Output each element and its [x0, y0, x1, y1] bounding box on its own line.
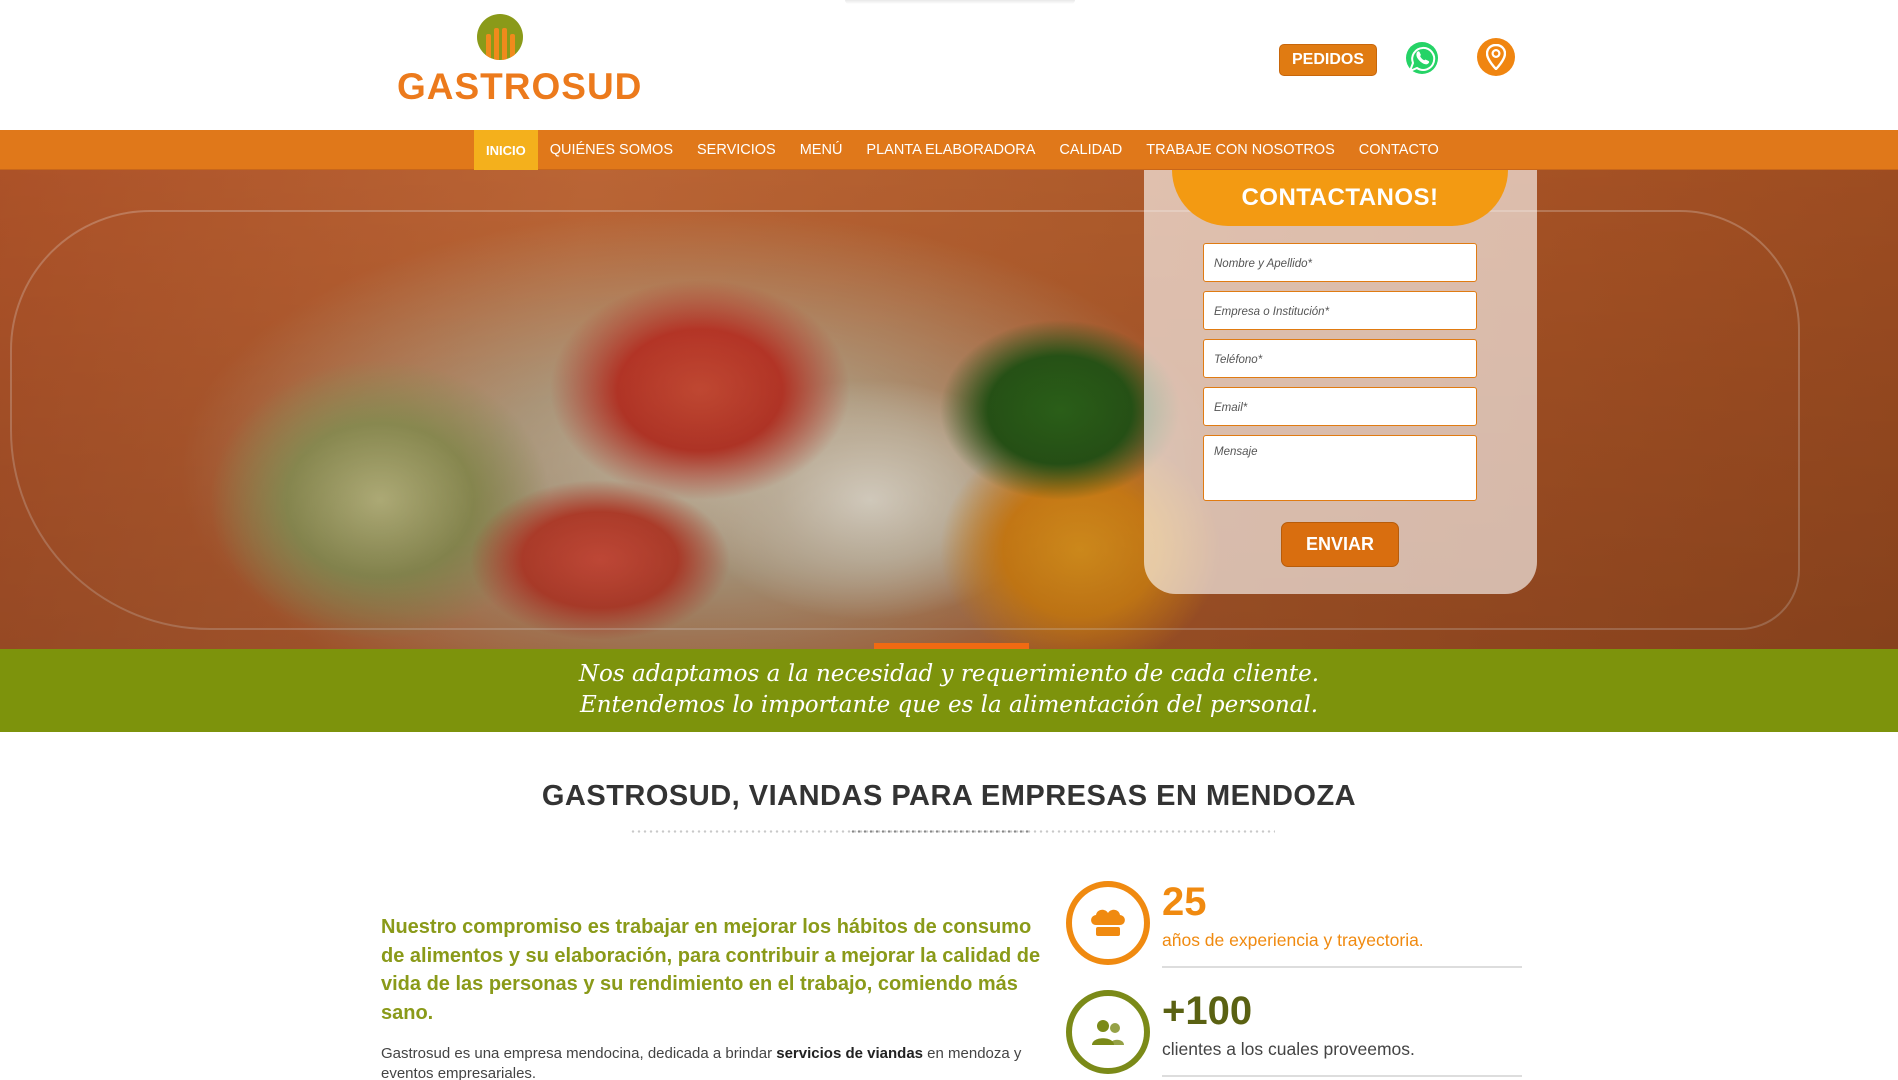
logo-text: GASTROSUD: [397, 66, 643, 107]
message-field[interactable]: Mensaje: [1203, 435, 1477, 501]
nav-item-quiénes-somos[interactable]: QUIÉNES SOMOS: [538, 130, 685, 170]
nav-list: INICIO QUIÉNES SOMOS SERVICIOS MENÚ PLANTA E…: [474, 130, 1451, 170]
top-tab-shadow: [845, 0, 1075, 4]
slogan-line-2: Entendemos lo importante que es la alime…: [579, 692, 1319, 718]
site-header: GASTROSUD PEDIDOS: [0, 0, 1898, 130]
stat-clients-text: clientes a los cuales proveemos.: [1162, 1039, 1415, 1059]
chef-hat-icon: [1091, 909, 1125, 936]
nav-item-planta-elaboradora[interactable]: PLANTA ELABORADORA: [854, 130, 1047, 170]
section-title: GASTROSUD, VIANDAS PARA EMPRESAS EN MEND…: [541, 780, 1357, 812]
body-bold: servicios de viandas: [776, 1045, 923, 1062]
lead-paragraph: Nuestro compromiso es trabajar en mejora…: [381, 916, 1041, 1024]
nav-item-servicios[interactable]: SERVICIOS: [685, 130, 788, 170]
stat-divider-1: [1162, 966, 1522, 968]
enviar-button[interactable]: ENVIAR: [1281, 522, 1399, 567]
title-divider: [630, 830, 1275, 833]
body-paragraph: Gastrosud es una empresa mendocina, dedi…: [381, 1044, 1041, 1080]
nav-item-calidad[interactable]: CALIDAD: [1047, 130, 1134, 170]
email-field[interactable]: Email*: [1203, 387, 1477, 426]
whatsapp-icon[interactable]: [1404, 40, 1440, 76]
logo-mark-icon: [477, 14, 523, 60]
body-prefix: Gastrosud es una empresa mendocina, dedi…: [381, 1045, 777, 1062]
nav-item-inicio[interactable]: INICIO: [474, 130, 538, 170]
nav-item-contacto[interactable]: CONTACTO: [1347, 130, 1451, 170]
name-field[interactable]: Nombre y Apellido*: [1203, 243, 1477, 282]
page: GASTROSUD PEDIDOS INICIO QUIÉNES SOMOS SER…: [0, 0, 1898, 1080]
phone-field[interactable]: Teléfono*: [1203, 339, 1477, 378]
company-field[interactable]: Empresa o Institución*: [1203, 291, 1477, 330]
stat-experience-number: 25: [1162, 880, 1207, 924]
contact-title: CONTACTANOS!: [1172, 170, 1508, 226]
map-pin-icon[interactable]: [1477, 38, 1515, 76]
users-icon: [1092, 1020, 1124, 1045]
stat-divider-2: [1162, 1075, 1522, 1077]
stat-clients-number: +100: [1162, 989, 1253, 1033]
nav-item-menú[interactable]: MENÚ: [788, 130, 855, 170]
stat-experience-text: años de experiencia y trayectoria.: [1162, 930, 1424, 950]
nav-item-trabaje-con-nosotros[interactable]: TRABAJE CON NOSOTROS: [1134, 130, 1347, 170]
hero-overlay: [0, 170, 1898, 649]
stat-clients-circle: [1066, 990, 1150, 1074]
hero-image: [0, 170, 1898, 649]
stat-experience-circle: [1066, 881, 1150, 965]
slogan-band: Nos adaptamos a la necesidad y requerimi…: [0, 649, 1898, 732]
pedidos-button[interactable]: PEDIDOS: [1279, 44, 1377, 76]
main-nav: INICIO QUIÉNES SOMOS SERVICIOS MENÚ PLANTA E…: [0, 130, 1898, 170]
logo[interactable]: GASTROSUD: [397, 14, 641, 107]
slogan-line-1: Nos adaptamos a la necesidad y requerimi…: [578, 661, 1320, 687]
